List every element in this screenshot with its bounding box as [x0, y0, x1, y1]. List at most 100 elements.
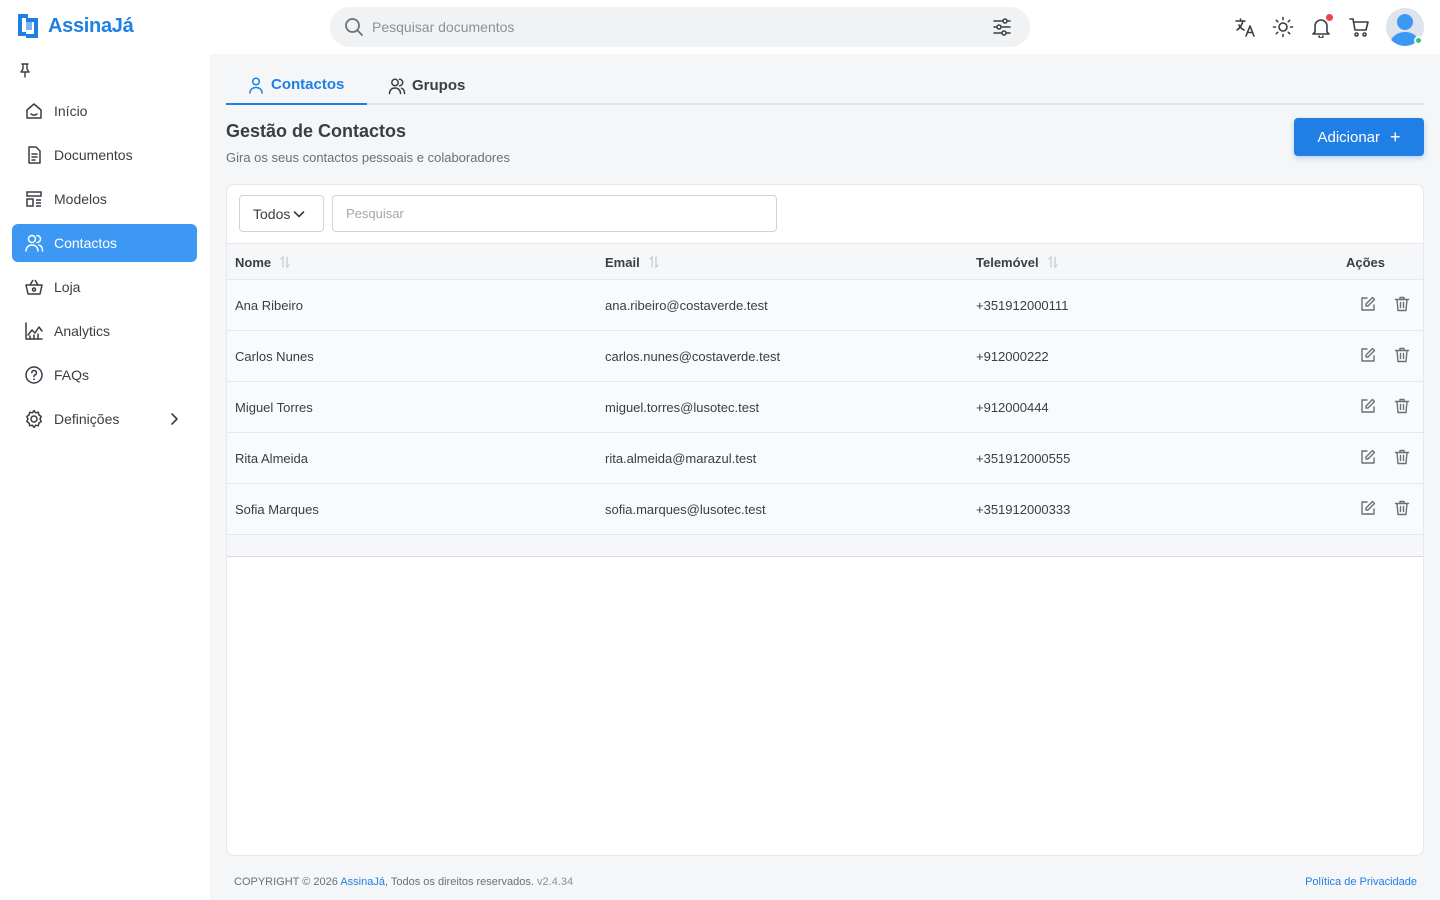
- header-actions: [1218, 8, 1424, 46]
- filter-settings-icon[interactable]: [992, 17, 1012, 37]
- sort-icon: [280, 255, 290, 269]
- cell-phone: +351912000555: [976, 450, 1071, 466]
- table-row: Miguel Torres miguel.torres@lusotec.test…: [227, 382, 1423, 433]
- cell-email: sofia.marques@lusotec.test: [605, 501, 766, 517]
- trash-icon[interactable]: [1393, 499, 1411, 517]
- theme-sun-icon[interactable]: [1272, 16, 1294, 38]
- row-actions: [1359, 397, 1411, 415]
- sidebar-item-contactos[interactable]: Contactos: [12, 224, 197, 262]
- sort-icon: [649, 255, 659, 269]
- edit-icon[interactable]: [1359, 397, 1377, 415]
- user-avatar[interactable]: [1386, 8, 1424, 46]
- cell-name: Ana Ribeiro: [235, 297, 303, 313]
- row-actions: [1359, 499, 1411, 517]
- column-header-label: Nome: [235, 254, 272, 270]
- logo-icon: [18, 14, 38, 38]
- sidebar-item-label: Início: [54, 103, 88, 119]
- version-text: v2.4.34: [537, 876, 574, 888]
- privacy-policy-link[interactable]: Política de Privacidade: [1305, 876, 1417, 888]
- edit-icon[interactable]: [1359, 295, 1377, 313]
- column-header-label: Ações: [1346, 254, 1386, 270]
- table-footer: [227, 535, 1423, 557]
- trash-icon[interactable]: [1393, 448, 1411, 466]
- users-icon: [388, 78, 406, 94]
- filter-value: Todos: [253, 205, 291, 222]
- cell-email: carlos.nunes@costaverde.test: [605, 348, 781, 364]
- sidebar-item-label: FAQs: [54, 367, 90, 383]
- sidebar-item-label: Loja: [54, 279, 81, 295]
- tab-label: Grupos: [412, 77, 466, 94]
- row-actions: [1359, 448, 1411, 466]
- sidebar-item-faqs[interactable]: FAQs: [12, 356, 197, 394]
- cell-email: ana.ribeiro@costaverde.test: [605, 297, 768, 313]
- tab-grupos[interactable]: Grupos: [388, 66, 465, 105]
- sidebar-item-definicoes[interactable]: Definições: [12, 400, 197, 438]
- rights-text: , Todos os direitos reservados.: [384, 876, 534, 888]
- column-header-label: Email: [605, 254, 640, 270]
- pin-icon[interactable]: [17, 62, 33, 78]
- translate-icon[interactable]: [1234, 16, 1256, 38]
- help-icon: [25, 366, 43, 384]
- edit-icon[interactable]: [1359, 448, 1377, 466]
- sidebar-item-analytics[interactable]: Analytics: [12, 312, 197, 350]
- trash-icon[interactable]: [1393, 295, 1411, 313]
- chart-icon: [25, 322, 43, 340]
- cell-phone: +351912000111: [976, 297, 1069, 313]
- contacts-table-card: Todos Nome Email Telemóvel Ações Ana: [226, 184, 1424, 856]
- sidebar-item-documentos[interactable]: Documentos: [12, 136, 197, 174]
- column-header-actions: Ações: [1346, 244, 1385, 280]
- home-icon: [26, 103, 42, 119]
- sidebar-item-inicio[interactable]: Início: [12, 92, 197, 130]
- top-bar: AssinaJá: [0, 0, 1440, 54]
- chevron-right-icon: [171, 413, 178, 425]
- column-header-label: Telemóvel: [976, 254, 1039, 270]
- page-title: Gestão de Contactos: [226, 121, 407, 141]
- cell-name: Rita Almeida: [235, 450, 308, 466]
- cart-icon[interactable]: [1348, 16, 1370, 38]
- sidebar-item-label: Analytics: [54, 323, 111, 339]
- page-subtitle: Gira os seus contactos pessoais e colabo…: [226, 150, 510, 165]
- notification-dot: [1326, 14, 1333, 21]
- add-contact-button[interactable]: Adicionar +: [1294, 118, 1424, 156]
- edit-icon[interactable]: [1359, 499, 1377, 517]
- table-body: Ana Ribeiro ana.ribeiro@costaverde.test …: [227, 280, 1423, 535]
- filter-dropdown[interactable]: Todos: [239, 195, 324, 232]
- edit-icon[interactable]: [1359, 346, 1377, 364]
- tab-contactos[interactable]: Contactos: [226, 66, 367, 105]
- online-status-dot: [1414, 36, 1423, 45]
- footer-brand-link[interactable]: AssinaJá: [340, 876, 385, 888]
- user-icon: [249, 76, 263, 94]
- cell-phone: +912000444: [976, 399, 1049, 415]
- cell-name: Sofia Marques: [235, 501, 319, 517]
- trash-icon[interactable]: [1393, 397, 1411, 415]
- column-header-name[interactable]: Nome: [235, 244, 291, 280]
- column-header-phone[interactable]: Telemóvel: [976, 244, 1059, 280]
- table-search-input[interactable]: [332, 195, 777, 232]
- table-row: Sofia Marques sofia.marques@lusotec.test…: [227, 484, 1423, 535]
- column-header-email[interactable]: Email: [605, 244, 660, 280]
- sidebar-item-modelos[interactable]: Modelos: [12, 180, 197, 218]
- brand-logo[interactable]: AssinaJá: [16, 12, 134, 40]
- search-input[interactable]: [372, 7, 972, 47]
- page-footer: COPYRIGHT © 2026 AssinaJá, Todos os dire…: [234, 876, 1417, 888]
- search-bar: [330, 7, 1030, 47]
- cell-phone: +912000222: [976, 348, 1049, 364]
- sidebar-item-loja[interactable]: Loja: [12, 268, 197, 306]
- sidebar-item-label: Modelos: [54, 191, 107, 207]
- search-icon: [345, 18, 363, 36]
- trash-icon[interactable]: [1393, 346, 1411, 364]
- cell-phone: +351912000333: [976, 501, 1071, 517]
- chevron-down-icon: [293, 211, 305, 218]
- sidebar-item-label: Definições: [54, 411, 120, 427]
- tab-bar: Contactos Grupos: [226, 66, 1424, 105]
- notification-button[interactable]: [1310, 14, 1333, 39]
- add-button-label: Adicionar: [1317, 128, 1381, 146]
- sidebar-nav: Início Documentos Modelos Contactos Loja…: [12, 92, 197, 444]
- row-actions: [1359, 346, 1411, 364]
- cell-name: Carlos Nunes: [235, 348, 314, 364]
- tab-label: Contactos: [271, 76, 345, 93]
- users-icon: [25, 234, 44, 252]
- plus-icon: +: [1390, 127, 1401, 147]
- template-icon: [26, 191, 42, 207]
- sidebar-item-label: Documentos: [54, 147, 133, 163]
